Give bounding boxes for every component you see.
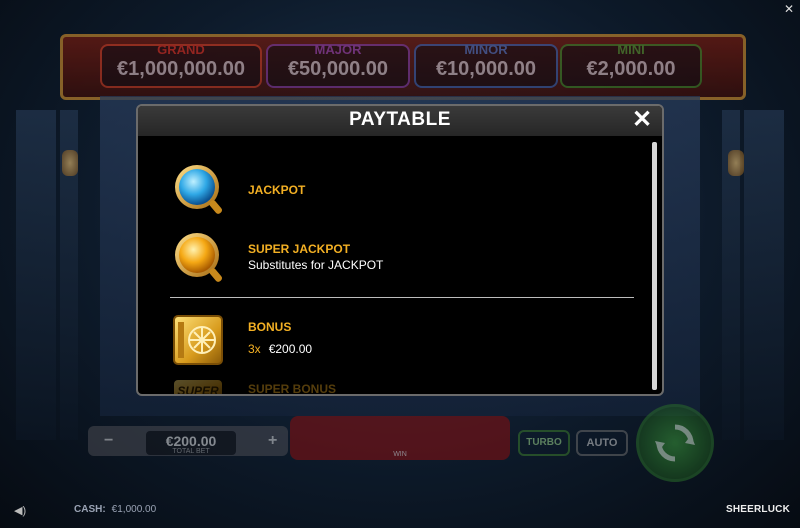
brand-logo: SHEERLUCK: [725, 504, 790, 515]
right-pillar: [744, 110, 784, 440]
cash-display: CASH: €1,000.00: [74, 504, 156, 515]
close-icon[interactable]: ✕: [630, 108, 654, 132]
bet-value: €200.00: [165, 433, 217, 449]
spin-icon: [655, 424, 695, 462]
win-label: WIN: [393, 451, 407, 458]
jackpot-blue-coin-icon: [175, 165, 222, 214]
cash-value: €1,000.00: [111, 504, 157, 515]
item-description: Substitutes for JACKPOT: [248, 258, 384, 272]
sound-icon[interactable]: ◀): [14, 504, 26, 517]
auto-button[interactable]: AUTO: [576, 430, 628, 456]
bet-increase-button[interactable]: +: [268, 432, 277, 450]
super-bonus-icon: SUPER: [174, 380, 222, 396]
item-payout: 3x €200.00: [248, 342, 312, 356]
modal-header: PAYTABLE ✕: [138, 106, 662, 136]
lamp-icon: [62, 150, 78, 176]
paytable-list[interactable]: JACKPOT SUPER JACKPOT Substitutes for JA…: [138, 136, 662, 396]
left-pillar: [16, 110, 56, 440]
jackpot-minor: MINOR €10,000.00: [414, 42, 558, 88]
paytable-modal: PAYTABLE ✕ JACKPOT SUPER JACKPOT Substit…: [136, 104, 664, 396]
bet-panel: − €200.00 TOTAL BET +: [88, 426, 288, 456]
jackpot-grand: GRAND €1,000,000.00: [100, 42, 262, 88]
game-close-icon[interactable]: ✕: [784, 2, 794, 16]
jackpot-row: GRAND €1,000,000.00 MAJOR €50,000.00 MIN…: [100, 40, 702, 88]
item-name: JACKPOT: [248, 183, 306, 197]
scrollbar-thumb[interactable]: [652, 142, 657, 390]
cash-label: CASH:: [74, 504, 106, 515]
item-name: SUPER BONUS: [248, 382, 337, 396]
footer-bar: ◀) CASH: €1,000.00 SHEERLUCK: [0, 498, 800, 528]
super-jackpot-gold-coin-icon: [175, 233, 222, 282]
svg-text:SUPER: SUPER: [177, 384, 219, 396]
lamp-icon: [728, 150, 744, 176]
bet-label: TOTAL BET: [172, 448, 210, 455]
turbo-button[interactable]: TURBO: [518, 430, 570, 456]
bet-display: €200.00 TOTAL BET: [146, 431, 236, 455]
payout-multiplier: 3x: [248, 342, 261, 356]
section-divider: [170, 297, 634, 298]
item-name: SUPER JACKPOT: [248, 242, 351, 256]
payout-amount: €200.00: [268, 342, 313, 356]
jackpot-major: MAJOR €50,000.00: [266, 42, 410, 88]
spin-button[interactable]: [636, 404, 714, 482]
control-bar: − €200.00 TOTAL BET + WIN TURBO AUTO: [88, 404, 714, 482]
win-display: WIN: [290, 416, 510, 460]
modal-title: PAYTABLE: [349, 109, 451, 130]
bet-decrease-button[interactable]: −: [104, 432, 113, 450]
bonus-vault-icon: [173, 315, 223, 365]
jackpot-mini: MINI €2,000.00: [560, 42, 702, 88]
item-name: BONUS: [248, 320, 292, 334]
